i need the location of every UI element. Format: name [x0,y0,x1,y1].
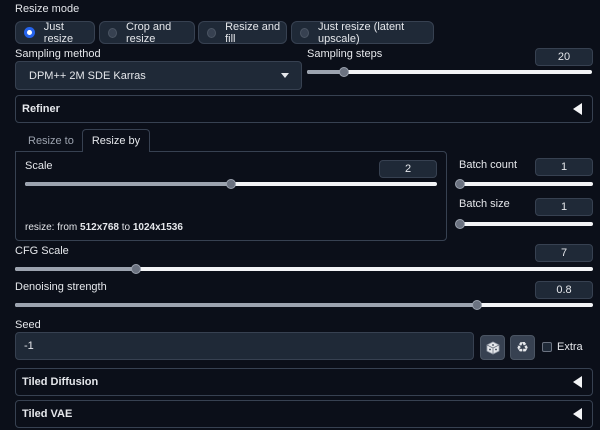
radio-crop-and-resize[interactable]: Crop and resize [99,20,195,45]
radio-selected-icon [24,27,35,38]
scale-label: Scale [25,160,53,172]
batch-size-input[interactable]: 1 [535,198,593,216]
resize-mode-label: Resize mode [15,3,80,15]
collapse-triangle-icon [573,103,582,115]
radio-latent-upscale[interactable]: Just resize (latent upscale) [291,20,434,45]
refiner-accordion[interactable]: Refiner [15,95,593,123]
cfg-scale-slider-thumb[interactable] [131,264,142,274]
chevron-down-icon [281,73,289,78]
batch-size-label: Batch size [459,198,510,210]
radio-label: Just resize (latent upscale) [318,20,405,45]
collapse-triangle-icon [573,376,582,388]
cfg-scale-label: CFG Scale [15,245,69,257]
sampling-steps-slider-track[interactable] [307,70,592,74]
scale-input[interactable]: 2 [379,160,437,178]
batch-count-slider-thumb[interactable] [455,179,465,189]
recycle-icon: ♻ [516,339,529,356]
tab-label: Resize by [91,135,141,147]
collapse-triangle-icon [573,408,582,420]
cfg-scale-slider-track[interactable] [15,267,593,271]
sampling-method-dropdown[interactable]: DPM++ 2M SDE Karras [15,61,302,90]
denoising-strength-slider-thumb[interactable] [472,300,483,310]
radio-resize-and-fill[interactable]: Resize and fill [198,20,287,45]
sampling-method-label: Sampling method [15,48,101,60]
seed-input[interactable]: -1 [15,332,474,360]
resize-info-text: resize: from 512x768 to 1024x1536 [25,222,183,233]
batch-size-slider-track[interactable] [460,222,593,226]
denoising-strength-label: Denoising strength [15,281,107,293]
extra-checkbox[interactable] [542,342,552,352]
scale-slider-thumb[interactable] [226,179,236,189]
batch-count-label: Batch count [459,159,518,171]
random-seed-button[interactable] [480,335,505,360]
tiled-vae-label: Tiled VAE [22,408,73,420]
sampling-steps-label: Sampling steps [307,48,383,60]
sampling-method-value: DPM++ 2M SDE Karras [29,69,146,82]
radio-label: Resize and fill [225,20,281,45]
radio-unselected-icon [108,27,117,38]
seed-label: Seed [15,319,41,331]
denoising-strength-slider-track[interactable] [15,303,593,307]
dice-icon [486,341,499,354]
radio-just-resize[interactable]: Just resize [15,20,95,45]
cfg-scale-input[interactable]: 7 [535,244,593,262]
tiled-diffusion-label: Tiled Diffusion [22,376,99,388]
sampling-steps-input[interactable]: 20 [535,48,593,66]
tab-resize-by[interactable]: Resize by [82,129,150,152]
extra-label: Extra [557,341,583,353]
reuse-seed-button[interactable]: ♻ [510,335,535,360]
batch-size-slider-thumb[interactable] [455,219,465,229]
denoising-strength-input[interactable]: 0.8 [535,281,593,299]
tiled-vae-accordion[interactable]: Tiled VAE [15,400,593,428]
radio-label: Just resize [43,20,74,45]
tab-resize-to[interactable]: Resize to [28,131,74,152]
radio-unselected-icon [300,27,310,38]
batch-count-slider-track[interactable] [460,182,593,186]
tiled-diffusion-accordion[interactable]: Tiled Diffusion [15,368,593,396]
batch-count-input[interactable]: 1 [535,158,593,176]
refiner-label: Refiner [22,103,60,115]
sampling-steps-slider-thumb[interactable] [339,67,350,77]
radio-label: Crop and resize [126,20,172,45]
radio-unselected-icon [207,27,217,38]
